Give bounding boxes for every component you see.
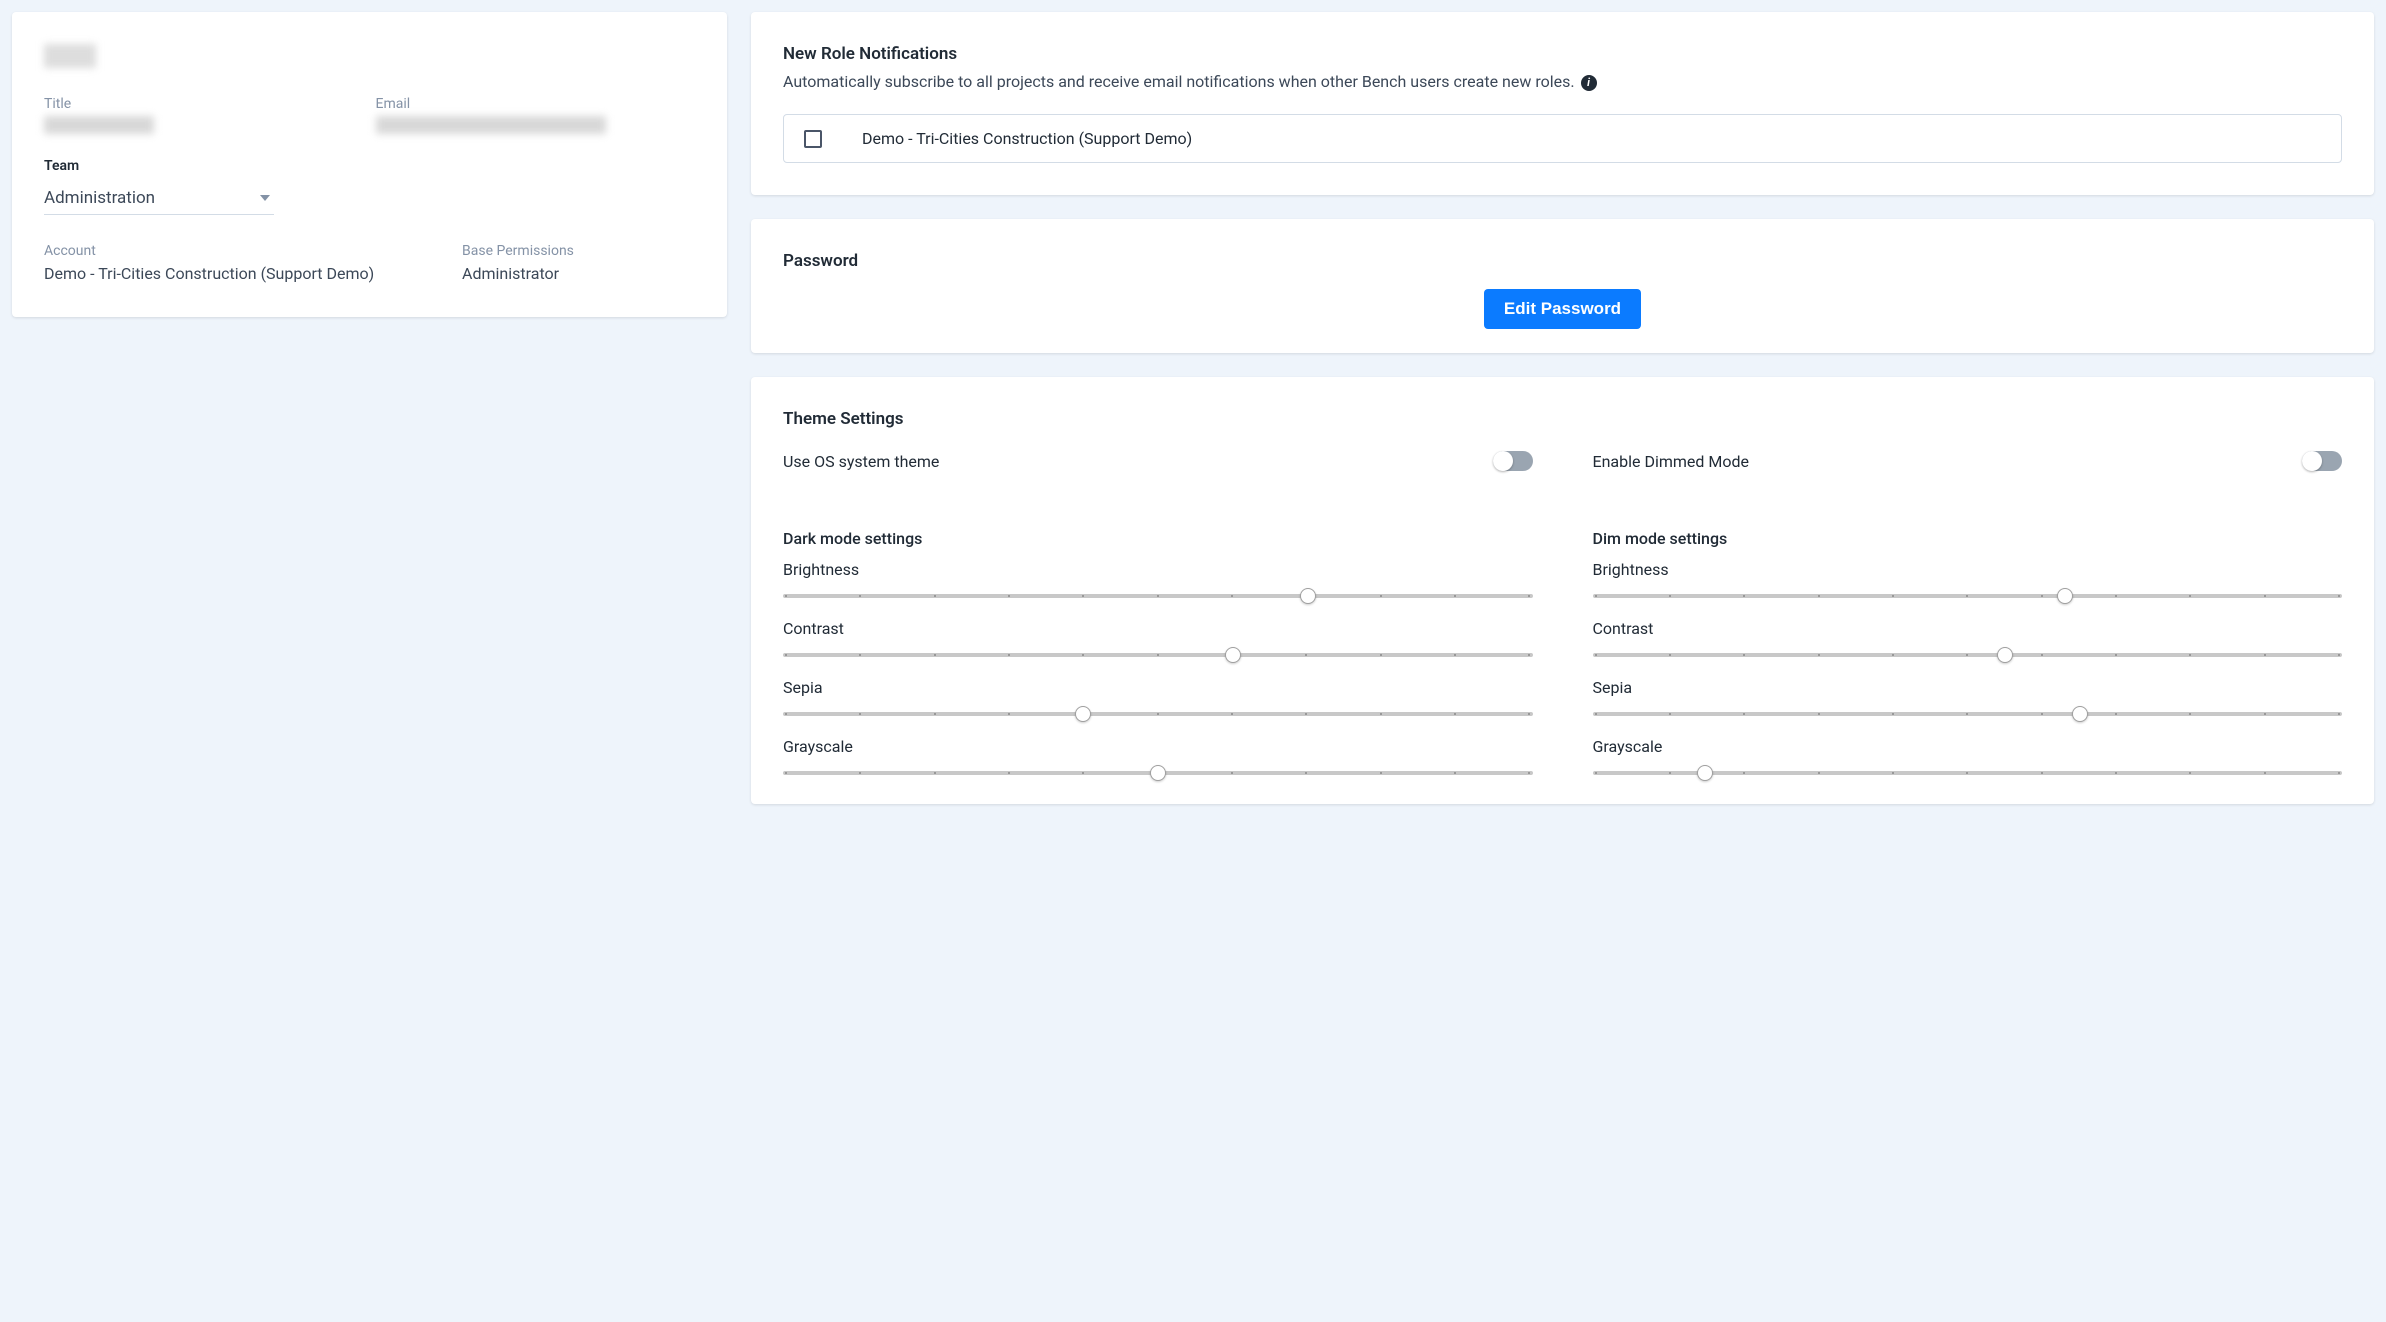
email-label: Email — [376, 96, 696, 112]
avatar — [44, 44, 96, 68]
notifications-desc: Automatically subscribe to all projects … — [783, 70, 2342, 94]
toggle-thumb — [1493, 451, 1513, 471]
title-value-redacted — [44, 116, 154, 134]
password-title: Password — [783, 251, 2342, 271]
dark-grayscale-label: Grayscale — [783, 737, 1533, 756]
notification-item[interactable]: Demo - Tri-Cities Construction (Support … — [783, 114, 2342, 163]
info-icon[interactable]: i — [1581, 75, 1597, 91]
dark-grayscale-slider[interactable] — [783, 764, 1533, 782]
permissions-label: Base Permissions — [462, 243, 574, 259]
notifications-title: New Role Notifications — [783, 44, 2342, 64]
dim-grayscale-slider[interactable] — [1593, 764, 2343, 782]
permissions-field: Base Permissions Administrator — [462, 243, 574, 285]
dim-heading: Dim mode settings — [1593, 529, 2343, 548]
dark-brightness-slider[interactable] — [783, 587, 1533, 605]
notification-item-label: Demo - Tri-Cities Construction (Support … — [862, 129, 1192, 148]
team-label: Team — [44, 158, 695, 174]
theme-title: Theme Settings — [783, 409, 2342, 429]
dark-contrast-label: Contrast — [783, 619, 1533, 638]
notification-checkbox[interactable] — [804, 130, 822, 148]
password-card: Password Edit Password — [751, 219, 2374, 353]
dark-sepia-label: Sepia — [783, 678, 1533, 697]
email-value-redacted — [376, 116, 606, 134]
account-field: Account Demo - Tri-Cities Construction (… — [44, 243, 402, 285]
use-os-theme-label: Use OS system theme — [783, 452, 939, 471]
title-label: Title — [44, 96, 364, 112]
theme-settings-card: Theme Settings Use OS system theme Enabl… — [751, 377, 2374, 804]
dim-sepia-label: Sepia — [1593, 678, 2343, 697]
dim-grayscale-label: Grayscale — [1593, 737, 2343, 756]
enable-dimmed-toggle[interactable] — [2302, 451, 2342, 471]
dim-contrast-slider[interactable] — [1593, 646, 2343, 664]
email-field: Email — [376, 96, 696, 134]
permissions-value: Administrator — [462, 263, 574, 285]
use-os-theme-toggle[interactable] — [1493, 451, 1533, 471]
enable-dimmed-label: Enable Dimmed Mode — [1593, 452, 1750, 471]
dim-brightness-slider[interactable] — [1593, 587, 2343, 605]
dark-brightness-label: Brightness — [783, 560, 1533, 579]
chevron-down-icon — [260, 195, 270, 201]
account-value: Demo - Tri-Cities Construction (Support … — [44, 263, 402, 285]
dark-sepia-slider[interactable] — [783, 705, 1533, 723]
team-select[interactable]: Administration — [44, 182, 274, 215]
title-field: Title — [44, 96, 364, 134]
edit-password-button[interactable]: Edit Password — [1484, 289, 1641, 329]
notifications-card: New Role Notifications Automatically sub… — [751, 12, 2374, 195]
account-label: Account — [44, 243, 402, 259]
toggle-thumb — [2302, 451, 2322, 471]
dark-mode-settings: Dark mode settings Brightness Contrast S… — [783, 501, 1533, 796]
dim-brightness-label: Brightness — [1593, 560, 2343, 579]
profile-card: Title Email Team Administration Account — [12, 12, 727, 317]
dim-sepia-slider[interactable] — [1593, 705, 2343, 723]
dark-heading: Dark mode settings — [783, 529, 1533, 548]
dim-contrast-label: Contrast — [1593, 619, 2343, 638]
team-select-value: Administration — [44, 188, 155, 208]
dark-contrast-slider[interactable] — [783, 646, 1533, 664]
dim-mode-settings: Dim mode settings Brightness Contrast Se… — [1593, 501, 2343, 796]
